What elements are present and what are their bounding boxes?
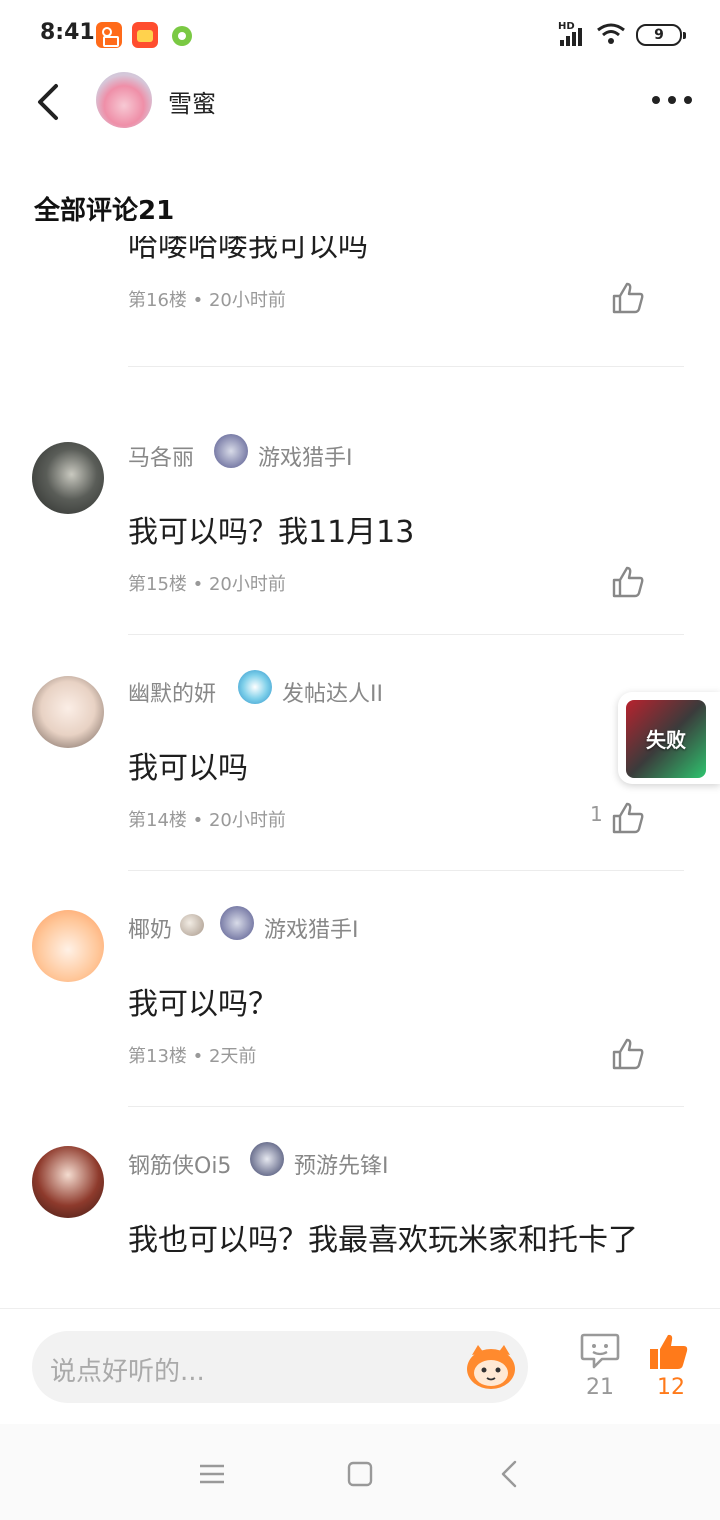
commenter-avatar[interactable] [32, 910, 104, 982]
author-avatar[interactable] [96, 72, 152, 128]
author-name[interactable]: 雪蜜 [168, 84, 216, 119]
header: 雪蜜 [0, 70, 720, 130]
floating-card-label: 失败 [646, 728, 686, 752]
commenter-avatar[interactable] [32, 1146, 104, 1218]
back-button[interactable] [30, 80, 70, 124]
status-bar: 8:41 HD 9 [0, 0, 720, 70]
more-icon [652, 96, 660, 104]
comment-input[interactable]: 说点好听的... [32, 1331, 528, 1403]
comment-item: 椰奶 游戏猎手I 我可以吗？ 第13楼 • 2天前 [0, 892, 720, 1128]
comment-text: 我可以吗？我11月13 [128, 515, 415, 550]
back-icon [38, 84, 58, 120]
system-nav-bar [0, 1424, 720, 1520]
kuaishou-app-icon [96, 22, 122, 48]
comment-list[interactable]: 哈喽哈喽我可以吗 第16楼 • 20小时前 马各丽 游戏猎手I 我可以吗？我11… [0, 236, 720, 1308]
comment-count-button[interactable]: 21 [578, 1331, 622, 1411]
game-app-icon [132, 22, 158, 48]
comment-text: 我可以吗 [128, 751, 248, 786]
post-like-count: 12 [657, 1375, 685, 1400]
like-icon[interactable] [610, 1036, 646, 1072]
comment-meta: 第13楼 • 2天前 [128, 1046, 257, 1067]
comment-meta: 第14楼 • 20小时前 [128, 810, 286, 831]
commenter-avatar[interactable] [32, 676, 104, 748]
comments-section-title: 全部评论21 [34, 196, 175, 226]
wifi-icon [597, 23, 625, 44]
like-icon[interactable] [610, 280, 646, 316]
like-icon[interactable] [610, 564, 646, 600]
signal-icon [560, 24, 588, 46]
commenter-name[interactable]: 钢筋侠Oi5 [128, 1148, 231, 1180]
commenter-avatar[interactable] [32, 442, 104, 514]
badge-label: 游戏猎手I [258, 446, 353, 471]
commenter-name[interactable]: 马各丽 [128, 440, 194, 472]
home-icon[interactable] [340, 1454, 380, 1494]
comment-meta: 第16楼 • 20小时前 [128, 290, 286, 311]
comment-meta: 第15楼 • 20小时前 [128, 574, 286, 595]
floating-game-card[interactable]: 失败 [618, 692, 720, 784]
comment-item: 哈喽哈喽我可以吗 第16楼 • 20小时前 [0, 236, 720, 400]
comment-input-placeholder: 说点好听的... [50, 1357, 205, 1387]
badge-icon [238, 670, 272, 704]
nav-back-icon[interactable] [490, 1454, 530, 1494]
comment-divider [128, 870, 684, 871]
comment-icon [580, 1333, 620, 1369]
comment-text: 我可以吗？ [128, 987, 278, 1022]
badge-icon [250, 1142, 284, 1176]
thumb-up-filled-icon [650, 1334, 688, 1369]
like-post-button[interactable]: 12 [646, 1331, 696, 1411]
mascot-emoji-icon[interactable] [464, 1341, 518, 1393]
comment-text: 哈喽哈喽我可以吗 [128, 236, 368, 264]
comment-divider [128, 634, 684, 635]
comment-item: 幽默的妍 发帖达人II 我可以吗 第14楼 • 20小时前 1 [0, 656, 720, 892]
badge-label: 预游先锋I [294, 1154, 389, 1179]
badge-label: 发帖达人II [282, 682, 383, 707]
comment-count: 21 [586, 1375, 614, 1400]
status-time: 8:41 [40, 20, 95, 45]
green-app-icon [172, 26, 192, 46]
coconut-icon [180, 914, 204, 936]
commenter-name[interactable]: 幽默的妍 [128, 676, 216, 708]
comment-divider [128, 366, 684, 367]
commenter-name[interactable]: 椰奶 [128, 912, 172, 944]
comment-item: 钢筋侠Oi5 预游先锋I 我也可以吗？我最喜欢玩米家和托卡了 [0, 1128, 720, 1308]
badge-icon [214, 434, 248, 468]
comment-item: 马各丽 游戏猎手I 我可以吗？我11月13 第15楼 • 20小时前 [0, 420, 720, 656]
more-button[interactable] [648, 90, 696, 114]
comment-text: 我也可以吗？我最喜欢玩米家和托卡了 [128, 1223, 638, 1258]
badge-label: 游戏猎手I [264, 918, 359, 943]
badge-icon [220, 906, 254, 940]
comment-bar: 说点好听的... 21 12 [0, 1308, 720, 1424]
comment-divider [128, 1106, 684, 1107]
like-icon[interactable] [610, 800, 646, 836]
battery-icon: 9 [636, 24, 686, 46]
menu-icon[interactable] [192, 1454, 232, 1494]
like-count: 1 [590, 802, 603, 826]
